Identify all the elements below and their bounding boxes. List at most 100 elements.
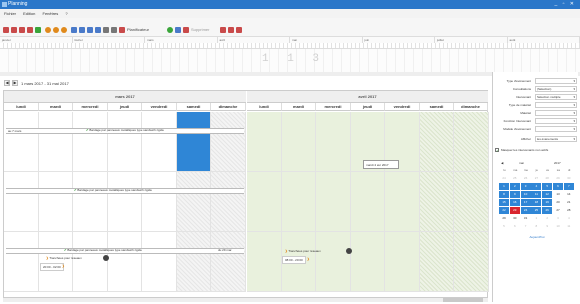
mini-day[interactable]: 7: [521, 223, 531, 230]
day-cell[interactable]: [420, 112, 454, 172]
mini-prev-button[interactable]: ◀: [501, 159, 503, 167]
mini-day[interactable]: 19: [542, 199, 553, 206]
today-button[interactable]: Aujourd'hui: [499, 235, 575, 239]
mini-day[interactable]: 6: [510, 223, 520, 230]
day-cell[interactable]: [39, 232, 73, 292]
event-label[interactable]: ✔ Bardage par panneaux métalliques type …: [64, 248, 142, 253]
mini-day[interactable]: 11: [564, 223, 574, 230]
mini-day[interactable]: 29: [553, 175, 563, 182]
mini-day[interactable]: 27: [553, 207, 563, 214]
zoom-fit-icon[interactable]: [95, 27, 101, 33]
mini-day[interactable]: 7: [563, 183, 574, 190]
day-cell[interactable]: [420, 232, 454, 292]
day-cell[interactable]: [4, 172, 39, 232]
day-cell[interactable]: [39, 172, 73, 232]
filter-consultations[interactable]: Consultations (Sélection): [495, 86, 577, 93]
planificateur-button[interactable]: Planificateur: [127, 27, 149, 33]
mini-day[interactable]: 22: [499, 207, 509, 214]
day-cell[interactable]: [247, 232, 282, 292]
menu-fichier[interactable]: Fichier: [4, 11, 16, 16]
filter-event-type[interactable]: Type d'événement: [495, 78, 577, 85]
sync-icon[interactable]: [167, 27, 173, 33]
day-cell[interactable]: [108, 112, 142, 172]
delete-icon[interactable]: [183, 27, 189, 33]
day-cell[interactable]: [454, 172, 489, 232]
day-cell[interactable]: [316, 112, 351, 172]
day-cell[interactable]: [385, 172, 420, 232]
grid-icon-2[interactable]: [11, 27, 17, 33]
mini-day[interactable]: 6: [553, 183, 563, 190]
day-cell[interactable]: [108, 232, 142, 292]
view-icon-2[interactable]: [111, 27, 117, 33]
task-item[interactable]: ❯ Tranchées pour réseaux: [285, 248, 321, 254]
day-cell[interactable]: [73, 232, 108, 292]
day-cell[interactable]: [73, 172, 108, 232]
circle-icon-2[interactable]: [53, 27, 59, 33]
mini-day[interactable]: 13: [553, 191, 563, 198]
next-button[interactable]: ▶: [12, 80, 18, 86]
event-label[interactable]: ✔ Bardage par panneaux métalliques type …: [74, 188, 152, 193]
settings-icon[interactable]: [236, 27, 242, 33]
day-cell[interactable]: [39, 112, 73, 172]
day-cell[interactable]: [247, 112, 282, 172]
mini-day[interactable]: 31: [521, 215, 531, 222]
day-cell[interactable]: [177, 112, 211, 172]
mini-day[interactable]: 28: [564, 207, 574, 214]
day-cell[interactable]: [4, 232, 39, 292]
view-icon[interactable]: [103, 27, 109, 33]
print-icon[interactable]: [220, 27, 226, 33]
mini-day[interactable]: 24: [499, 175, 509, 182]
day-cell[interactable]: [4, 112, 39, 172]
mini-day[interactable]: 11: [531, 191, 542, 198]
mini-day[interactable]: 3: [520, 183, 531, 190]
mini-day[interactable]: 4: [564, 215, 574, 222]
filter-display[interactable]: Afficher les événements: [495, 136, 577, 143]
mini-day[interactable]: 25: [510, 175, 520, 182]
horizontal-scrollbar[interactable]: [3, 298, 488, 302]
mini-day[interactable]: 17: [520, 199, 531, 206]
day-cell[interactable]: [454, 232, 489, 292]
export-icon[interactable]: [228, 27, 234, 33]
mini-day[interactable]: 2: [542, 215, 552, 222]
chevron-right-icon[interactable]: ❯: [62, 263, 65, 269]
mini-day[interactable]: 15: [499, 199, 509, 206]
window-controls[interactable]: _ ▫ ✕: [554, 0, 576, 9]
day-cell[interactable]: [282, 112, 316, 172]
chevron-right-icon[interactable]: ❯: [307, 256, 310, 262]
day-cell[interactable]: [351, 172, 385, 232]
day-cell[interactable]: [420, 172, 454, 232]
mini-day[interactable]: 25: [531, 207, 542, 214]
timeline-overview[interactable]: janvier février mars avril mai juin juil…: [0, 37, 580, 72]
zoom-in-icon[interactable]: [79, 27, 85, 33]
mini-day[interactable]: 1: [499, 183, 509, 190]
day-cell[interactable]: [316, 232, 351, 292]
day-cell[interactable]: [282, 172, 316, 232]
mini-day[interactable]: 5: [499, 223, 509, 230]
day-cell[interactable]: [351, 232, 385, 292]
zoom-out-icon[interactable]: [87, 27, 93, 33]
filter-intervenant[interactable]: Intervenant Sélection multiple: [495, 94, 577, 101]
mini-day[interactable]: 24: [520, 207, 531, 214]
mini-day[interactable]: 16: [509, 199, 520, 206]
mini-day[interactable]: 27: [531, 175, 541, 182]
mini-day[interactable]: 2: [509, 183, 520, 190]
mini-day[interactable]: 23: [509, 207, 520, 214]
scrollbar-thumb[interactable]: [443, 298, 483, 302]
grid-icon-4[interactable]: [27, 27, 33, 33]
hide-inactive-checkbox[interactable]: Masquer les intervenants non actifs: [495, 147, 577, 154]
mini-day[interactable]: 30: [510, 215, 520, 222]
day-cell[interactable]: [454, 112, 489, 172]
mini-day[interactable]: 20: [553, 199, 563, 206]
day-cell[interactable]: [142, 232, 177, 292]
checkbox[interactable]: [495, 147, 499, 154]
mini-day[interactable]: 8: [499, 191, 509, 198]
mini-day[interactable]: 3: [553, 215, 563, 222]
mini-day[interactable]: 10: [520, 191, 531, 198]
day-cell[interactable]: [211, 172, 246, 232]
day-cell[interactable]: [177, 172, 211, 232]
mini-day[interactable]: 9: [542, 223, 552, 230]
mini-year[interactable]: 2017: [554, 159, 561, 167]
calendar-icon[interactable]: [71, 27, 77, 33]
refresh-icon[interactable]: [35, 27, 41, 33]
mini-day[interactable]: 12: [542, 191, 553, 198]
